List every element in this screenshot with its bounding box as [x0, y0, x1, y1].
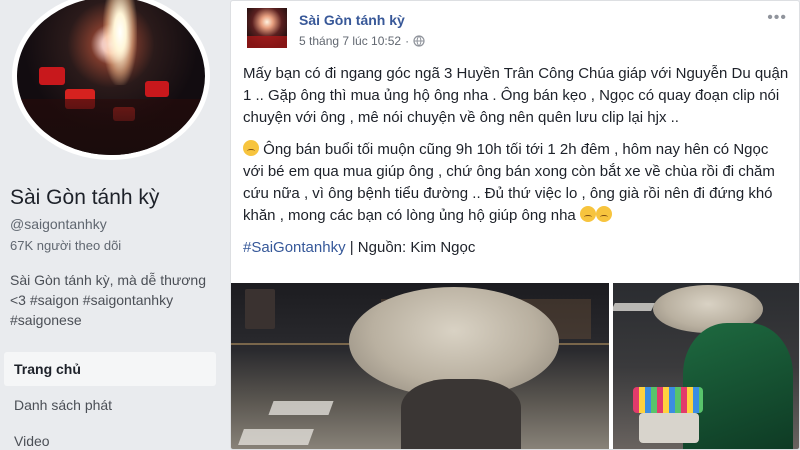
- page-nav: Trang chủ Danh sách phát Video: [4, 352, 216, 450]
- crosswalk-stripe: [238, 429, 314, 445]
- post-paragraph: Mấy bạn có đi ngang góc ngã 3 Huyền Trân…: [243, 65, 789, 126]
- hashtag-link[interactable]: #SaiGontanhky: [243, 239, 346, 256]
- crosswalk-stripe: [268, 401, 334, 415]
- page-handle[interactable]: @saigontanhky: [10, 216, 107, 232]
- post-footer-line: #SaiGontanhky | Nguồn: Kim Ngọc: [243, 237, 791, 259]
- crosswalk-stripe: [613, 303, 655, 311]
- box-graphic: [639, 413, 699, 443]
- nav-item-home[interactable]: Trang chủ: [4, 352, 216, 386]
- post-card: Sài Gòn tánh kỳ 5 tháng 7 lúc 10:52 · ••…: [230, 0, 800, 450]
- pensive-face-emoji-icon: [595, 206, 612, 222]
- post-meta: 5 tháng 7 lúc 10:52 ·: [299, 34, 425, 48]
- page-title[interactable]: Sài Gòn tánh kỳ: [10, 186, 159, 210]
- flag-graphic: [39, 67, 65, 85]
- firework-graphic: [103, 0, 137, 85]
- post-paragraph-text: Ông bán buổi tối muộn cũng 9h 10h tối tớ…: [243, 141, 775, 224]
- crowd-graphic: [17, 99, 205, 155]
- nav-item-playlists[interactable]: Danh sách phát: [4, 388, 216, 422]
- nav-item-video[interactable]: Video: [4, 424, 216, 450]
- candy-tray-graphic: [633, 387, 703, 413]
- post-timestamp[interactable]: 5 tháng 7 lúc 10:52: [299, 34, 401, 48]
- more-options-icon[interactable]: •••: [767, 10, 787, 26]
- post-body: Mấy bạn có đi ngang góc ngã 3 Huyền Trân…: [243, 63, 791, 269]
- person-graphic: [401, 379, 521, 449]
- profile-picture[interactable]: [12, 0, 210, 160]
- follower-count: 67K người theo dõi: [10, 238, 122, 253]
- pensive-face-emoji-icon: [579, 206, 596, 222]
- post-paragraph-2: Ông bán buổi tối muộn cũng 9h 10h tối tớ…: [243, 139, 791, 227]
- profile-photo-image: [17, 0, 205, 155]
- storefront-graphic: [245, 289, 275, 329]
- post-photo-1[interactable]: [231, 283, 609, 449]
- flag-graphic: [145, 81, 169, 97]
- source-credit: | Nguồn: Kim Ngọc: [345, 239, 476, 256]
- sad-face-emoji-icon: [243, 140, 259, 156]
- page-sidebar: Sài Gòn tánh kỳ @saigontanhky 67K người …: [0, 0, 225, 450]
- globe-icon: [413, 35, 425, 47]
- post-photo-2[interactable]: [613, 283, 799, 449]
- page-bio: Sài Gòn tánh kỳ, mà dễ thương <3 #saigon…: [10, 272, 206, 328]
- author-avatar[interactable]: [247, 8, 287, 48]
- post-author-name[interactable]: Sài Gòn tánh kỳ: [299, 12, 405, 28]
